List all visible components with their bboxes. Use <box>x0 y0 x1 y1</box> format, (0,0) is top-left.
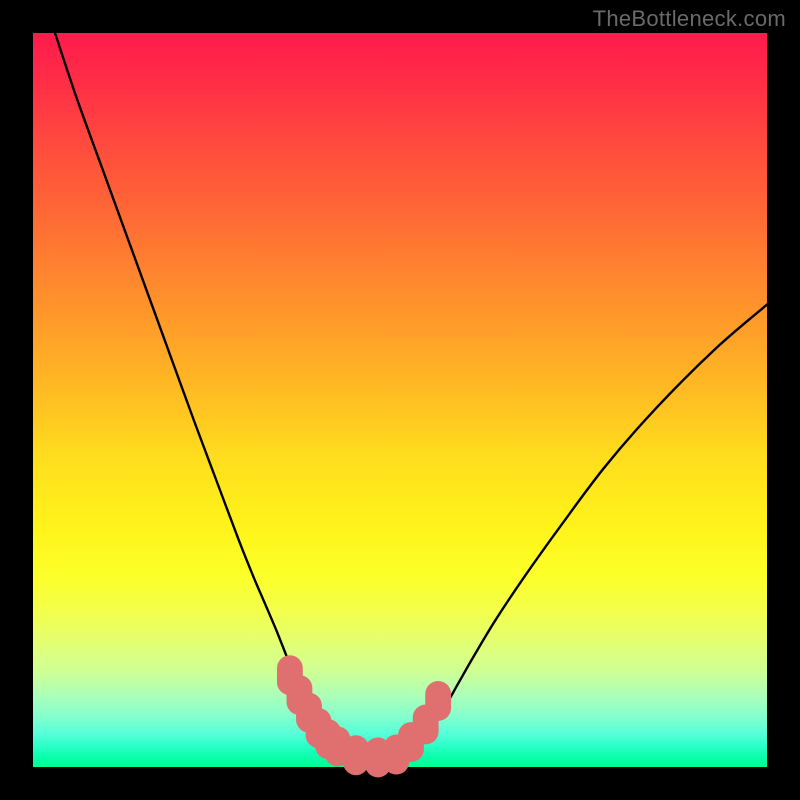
marker-dot <box>425 681 451 721</box>
chart-svg <box>33 33 767 767</box>
marker-dot <box>343 735 369 775</box>
chart-frame: TheBottleneck.com <box>0 0 800 800</box>
plot-area <box>33 33 767 767</box>
watermark-label: TheBottleneck.com <box>593 6 786 32</box>
curve-left-branch <box>55 33 385 758</box>
